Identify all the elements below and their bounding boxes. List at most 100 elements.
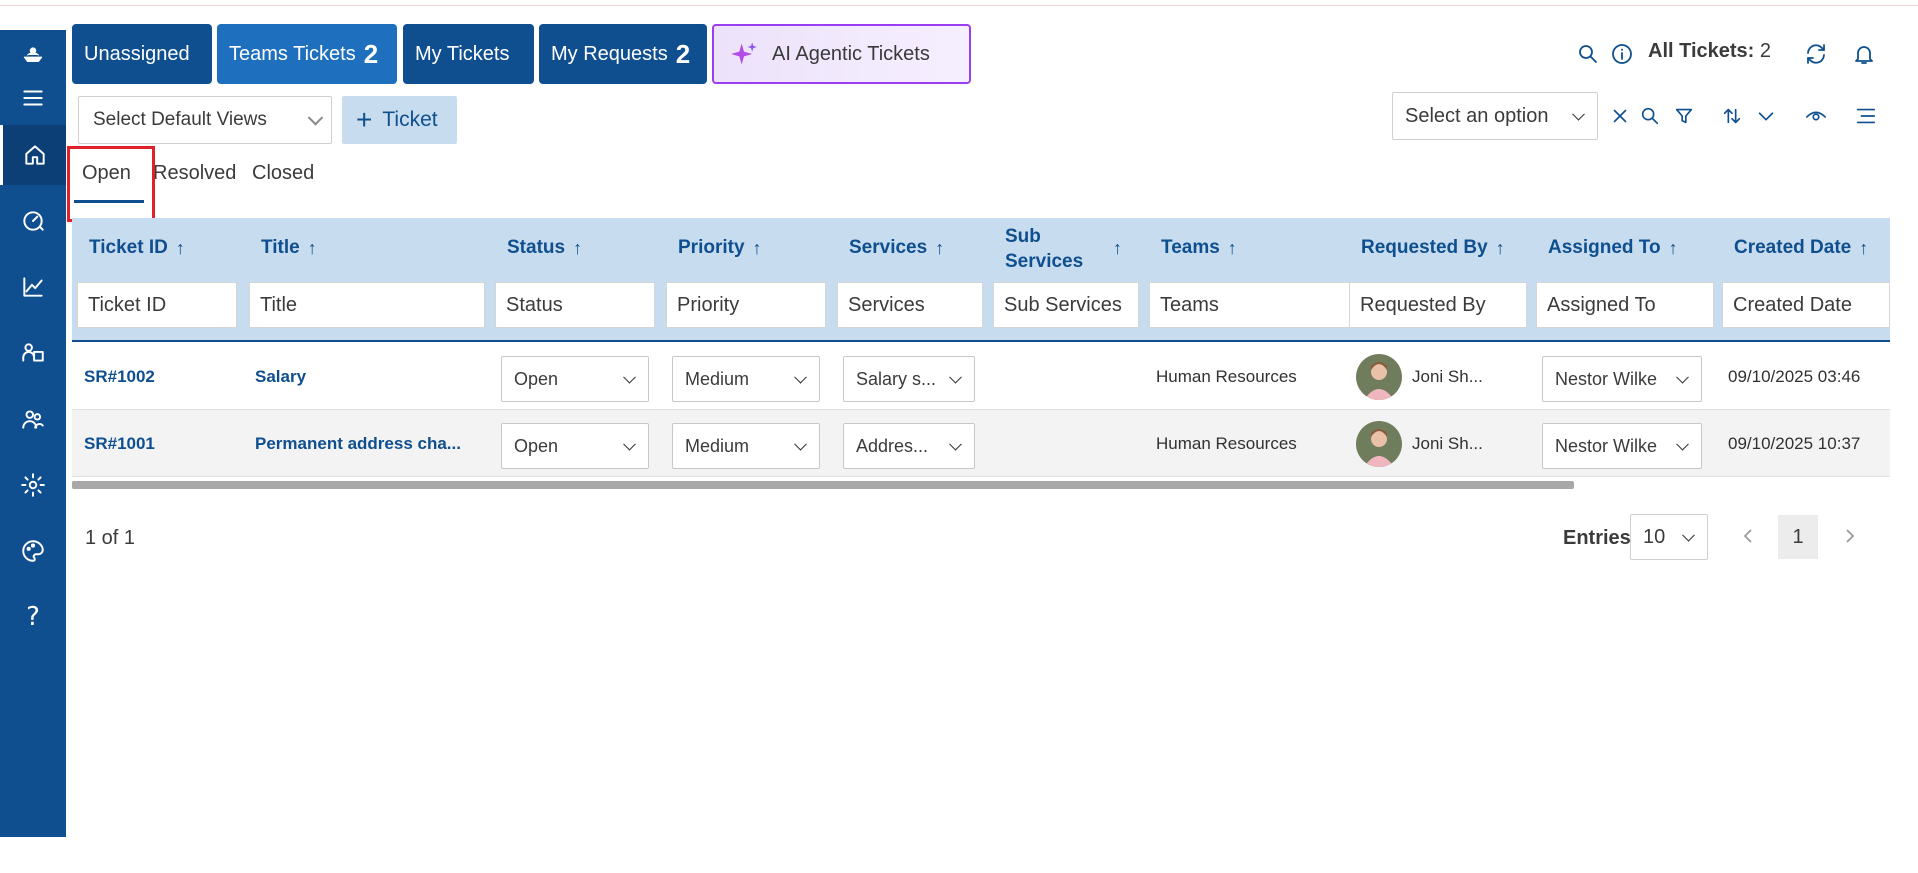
sort-icon[interactable] — [1718, 102, 1746, 130]
column-header-assigned-to[interactable]: Assigned To ↑ — [1548, 218, 1678, 278]
default-views-placeholder: Select Default Views — [93, 109, 267, 130]
filter-status[interactable]: Status — [495, 282, 655, 328]
filter-title[interactable]: Title — [249, 282, 485, 328]
sort-arrow-icon: ↑ — [175, 237, 185, 258]
sidebar-item-users[interactable] — [0, 389, 66, 449]
chevron-down-icon[interactable] — [1752, 102, 1780, 130]
priority-value: Medium — [685, 435, 750, 456]
info-icon[interactable] — [1608, 40, 1636, 68]
column-header-status[interactable]: Status ↑ — [507, 218, 582, 278]
status-dropdown[interactable]: Open — [501, 356, 649, 402]
search-icon[interactable] — [1636, 102, 1664, 130]
filter-icon[interactable] — [1670, 102, 1698, 130]
tab-closed[interactable]: Closed — [252, 162, 314, 185]
filter-requested-by[interactable]: Requested By — [1349, 282, 1527, 328]
services-dropdown[interactable]: Addres... — [843, 423, 975, 469]
add-ticket-button[interactable]: + Ticket — [342, 96, 457, 144]
requested-by-cell: Joni Sh... — [1412, 433, 1483, 453]
ticket-id-link[interactable]: SR#1001 — [84, 410, 155, 477]
tab-ai-agentic-tickets[interactable]: AI Agentic Tickets — [712, 24, 971, 84]
tab-label: AI Agentic Tickets — [772, 42, 930, 65]
filter-priority[interactable]: Priority — [666, 282, 826, 328]
sidebar-item-help[interactable]: ? — [0, 587, 66, 647]
page-number-current[interactable]: 1 — [1778, 515, 1818, 559]
refresh-icon[interactable] — [1802, 40, 1830, 68]
tab-label: Unassigned — [84, 42, 190, 65]
search-icon[interactable] — [1574, 40, 1602, 68]
sort-arrow-icon: ↑ — [935, 237, 945, 258]
entries-select[interactable]: 10 — [1630, 514, 1708, 560]
menu-icon[interactable] — [0, 76, 66, 120]
sidebar-item-theme[interactable] — [0, 521, 66, 581]
column-header-created-date[interactable]: Created Date ↑ — [1734, 218, 1868, 278]
column-header-services[interactable]: Services ↑ — [849, 218, 944, 278]
column-header-ticket-id[interactable]: Ticket ID ↑ — [89, 218, 185, 278]
filter-assigned-to[interactable]: Assigned To — [1536, 282, 1714, 328]
logo-icon[interactable] — [0, 30, 66, 80]
chevron-down-icon — [623, 437, 636, 451]
users-icon — [22, 410, 44, 429]
prev-page-icon[interactable] — [1738, 526, 1758, 546]
tab-resolved[interactable]: Resolved — [153, 162, 236, 185]
ticket-title-link[interactable]: Permanent address cha... — [255, 410, 461, 477]
next-page-icon[interactable] — [1840, 526, 1860, 546]
all-tickets-value: 2 — [1759, 40, 1772, 62]
services-value: Addres... — [856, 435, 929, 456]
sort-arrow-icon: ↑ — [573, 237, 583, 258]
assigned-to-dropdown[interactable]: Nestor Wilke — [1542, 423, 1702, 469]
tab-my-requests[interactable]: My Requests 2 — [539, 24, 707, 84]
palette-icon — [22, 540, 44, 562]
assigned-to-dropdown[interactable]: Nestor Wilke — [1542, 356, 1702, 402]
sidebar-item-settings[interactable] — [0, 455, 66, 515]
chevron-down-icon — [1572, 107, 1585, 121]
bell-icon[interactable] — [1850, 40, 1878, 68]
status-dropdown[interactable]: Open — [501, 423, 649, 469]
chevron-down-icon — [949, 437, 962, 451]
tab-label: Teams Tickets — [229, 42, 356, 65]
add-ticket-label: Ticket — [382, 108, 438, 131]
services-dropdown[interactable]: Salary s... — [843, 356, 975, 402]
priority-value: Medium — [685, 368, 750, 389]
created-date-cell: 09/10/2025 03:46 — [1728, 366, 1861, 386]
option-select[interactable]: Select an option — [1392, 92, 1598, 140]
eye-icon[interactable] — [1802, 102, 1830, 130]
chevron-down-icon — [949, 370, 962, 384]
all-tickets-label: All Tickets: — [1648, 40, 1755, 62]
filter-sub-services[interactable]: Sub Services — [993, 282, 1139, 328]
chevron-down-icon — [794, 437, 807, 451]
tab-label: My Tickets — [415, 42, 510, 65]
column-header-teams[interactable]: Teams ↑ — [1161, 218, 1237, 278]
tab-my-tickets[interactable]: My Tickets — [403, 24, 534, 84]
priority-dropdown[interactable]: Medium — [672, 423, 820, 469]
column-menu-icon[interactable] — [1852, 102, 1880, 130]
filter-ticket-id[interactable]: Ticket ID — [77, 282, 237, 328]
filter-created-date[interactable]: Created Date — [1722, 282, 1890, 328]
horizontal-scrollbar[interactable] — [72, 481, 1574, 489]
filter-teams[interactable]: Teams — [1149, 282, 1350, 328]
column-header-sub-services[interactable]: Sub Services — [1005, 224, 1083, 274]
sidebar-item-assets[interactable] — [0, 323, 66, 383]
clear-icon[interactable] — [1606, 102, 1634, 130]
ticket-title-link[interactable]: Salary — [255, 343, 306, 410]
ticket-id-link[interactable]: SR#1002 — [84, 343, 155, 410]
table-row[interactable]: SR#1002 Salary Open Medium Salary s... H… — [72, 343, 1890, 410]
tab-teams-tickets[interactable]: Teams Tickets 2 — [217, 24, 397, 84]
sidebar-item-dashboard[interactable] — [0, 191, 66, 251]
tab-label: My Requests — [551, 42, 668, 65]
priority-dropdown[interactable]: Medium — [672, 356, 820, 402]
column-header-requested-by[interactable]: Requested By ↑ — [1361, 218, 1505, 278]
chevron-down-icon — [1676, 370, 1689, 384]
default-views-select[interactable]: Select Default Views — [78, 96, 332, 144]
sort-arrow-icon[interactable]: ↑ — [1113, 218, 1122, 278]
column-header-priority[interactable]: Priority ↑ — [678, 218, 762, 278]
filter-services[interactable]: Services — [837, 282, 983, 328]
avatar — [1356, 354, 1402, 400]
sort-arrow-icon: ↑ — [1495, 237, 1505, 258]
column-header-title[interactable]: Title ↑ — [261, 218, 317, 278]
sidebar-item-home[interactable] — [0, 125, 66, 185]
sort-arrow-icon: ↑ — [1859, 237, 1869, 258]
tab-unassigned[interactable]: Unassigned — [72, 24, 212, 84]
sidebar-item-reports[interactable] — [0, 257, 66, 317]
table-row[interactable]: SR#1001 Permanent address cha... Open Me… — [72, 410, 1890, 477]
plus-icon: + — [356, 104, 373, 135]
